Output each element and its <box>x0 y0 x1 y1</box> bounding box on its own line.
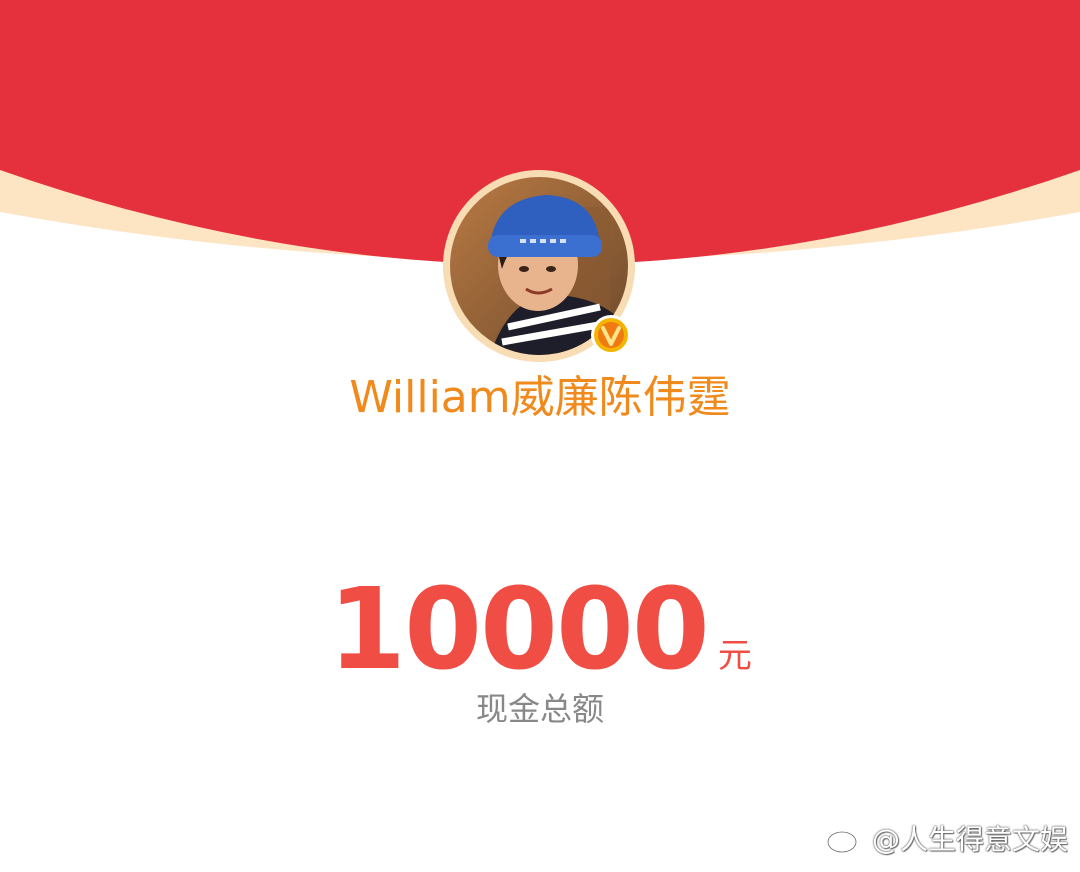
sender-name[interactable]: William威廉陈伟霆 <box>0 368 1080 428</box>
amount-caption: 现金总额 <box>475 690 604 728</box>
watermark: @人生得意文娱 <box>826 816 1068 860</box>
verified-badge-icon <box>591 315 631 355</box>
amount-value: 10000 <box>328 565 710 695</box>
amount-unit: 元 <box>717 636 752 676</box>
watermark-text: @人生得意文娱 <box>871 823 1068 856</box>
red-packet-detail-page: William威廉陈伟霆 10000 元 现金总额 @人生得意文娱 <box>0 0 1080 872</box>
weibo-logo-icon <box>826 825 864 854</box>
amount-row: 10000 元 <box>0 570 1080 690</box>
